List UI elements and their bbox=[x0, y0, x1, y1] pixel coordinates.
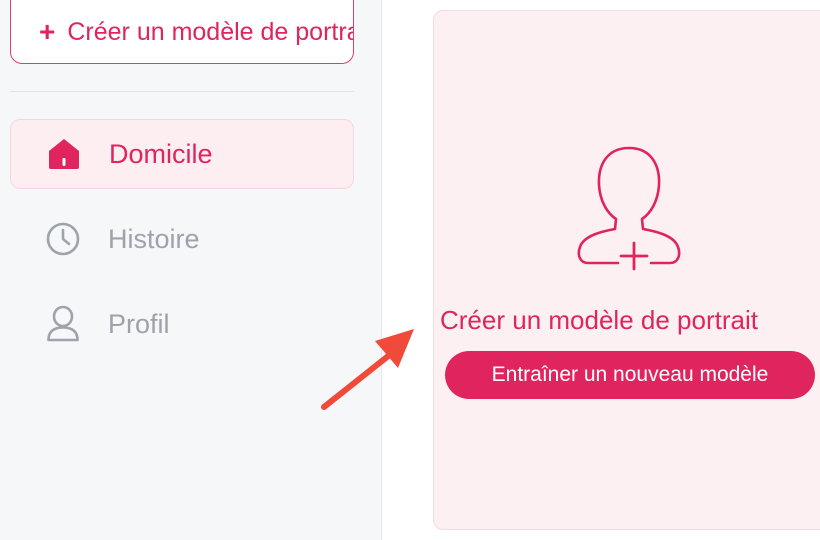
create-button-label: Créer un modèle de portrait bbox=[67, 17, 354, 46]
sidebar: + Créer un modèle de portrait Domicile H… bbox=[0, 0, 382, 540]
create-portrait-card[interactable]: Créer un modèle de portrait Entraîner un… bbox=[433, 10, 820, 530]
sidebar-item-label: Domicile bbox=[109, 138, 213, 169]
sidebar-item-histoire[interactable]: Histoire bbox=[10, 204, 354, 274]
user-icon bbox=[44, 305, 82, 343]
sidebar-divider bbox=[10, 91, 354, 92]
train-new-model-button[interactable]: Entraîner un nouveau modèle bbox=[445, 351, 815, 399]
red-arrow-icon bbox=[310, 320, 430, 420]
user-plus-icon bbox=[574, 143, 686, 271]
clock-icon bbox=[44, 220, 82, 258]
sidebar-item-profil[interactable]: Profil bbox=[10, 289, 354, 359]
home-icon bbox=[45, 135, 83, 173]
sidebar-item-label: Profil bbox=[108, 308, 170, 339]
app-page: + Créer un modèle de portrait Domicile H… bbox=[0, 0, 820, 540]
card-title: Créer un modèle de portrait bbox=[440, 305, 758, 335]
sidebar-item-domicile[interactable]: Domicile bbox=[10, 119, 354, 189]
create-portrait-model-button[interactable]: + Créer un modèle de portrait bbox=[10, 0, 354, 64]
sidebar-item-label: Histoire bbox=[108, 223, 200, 254]
plus-icon: + bbox=[39, 16, 56, 47]
